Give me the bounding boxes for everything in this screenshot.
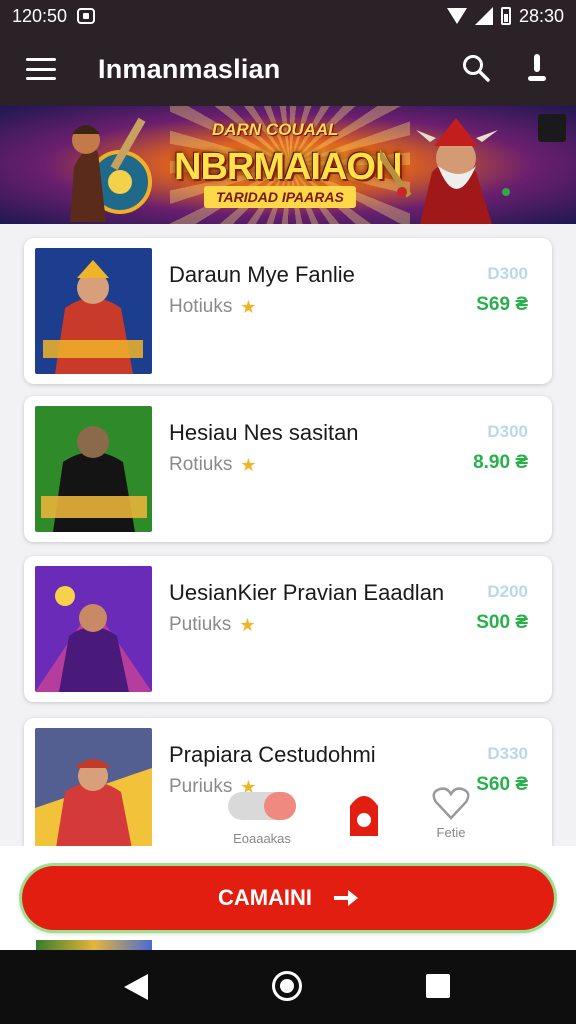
status-time-left: 120:50 [12, 5, 68, 26]
item-price: S60 ₴ [476, 774, 528, 795]
item-title: Daraun Mye Fanlie [169, 262, 355, 287]
item-thumbnail [35, 406, 152, 532]
continue-button-label: CAMAINI [217, 885, 313, 910]
home-icon[interactable] [272, 971, 302, 1001]
tab-hot[interactable] [344, 786, 384, 843]
item-subtitle: Hotiuks ★ [169, 296, 257, 318]
list-item[interactable]: UesianKier Pravian Eaadlan Putiuks ★ D200… [24, 556, 552, 702]
tab-favorite[interactable]: Fetie [432, 786, 470, 840]
notification-icon [77, 8, 96, 24]
item-thumbnail [35, 728, 152, 854]
heart-icon [432, 787, 470, 820]
item-subtitle-text: Rotiuks [169, 454, 233, 475]
status-indicators: 28:30 [446, 5, 564, 27]
item-subtitle-text: Puriuks [169, 776, 233, 797]
star-icon: ★ [240, 454, 257, 475]
banner-wizard-illustration [380, 118, 510, 224]
item-subtitle-text: Hotiuks [169, 296, 233, 317]
banner-warrior-illustration [70, 117, 152, 222]
item-title: Hesiau Nes sasitan [169, 420, 359, 445]
next-item-peek [36, 940, 152, 950]
star-icon: ★ [240, 296, 257, 317]
banner-headline: NBRMAIAON [174, 146, 402, 188]
flame-icon [350, 796, 378, 836]
star-icon: ★ [239, 614, 256, 635]
item-title: Prapiara Cestudohmi [169, 742, 376, 767]
item-price-old: D330 [487, 744, 528, 763]
continue-button[interactable]: CAMAINI [22, 866, 554, 930]
store-icon [228, 792, 296, 820]
item-price: S00 ₴ [476, 612, 528, 633]
arrow-right-icon [334, 890, 359, 906]
item-subtitle: Putiuks ★ [169, 614, 255, 636]
item-thumbnail [35, 566, 152, 692]
signal-icon [474, 7, 493, 25]
list-item[interactable]: Daraun Mye Fanlie Hotiuks ★ D300 S69 ₴ [24, 238, 552, 384]
alert-icon[interactable] [524, 52, 550, 84]
status-time-right: 28:30 [518, 5, 564, 26]
item-thumbnail [35, 248, 152, 374]
wifi-icon [446, 8, 467, 24]
item-subtitle: Rotiuks ★ [169, 454, 257, 476]
banner-subline: TARIDAD IPAARAS [204, 186, 356, 208]
system-nav-bar [0, 950, 576, 1024]
item-price-old: D200 [487, 582, 528, 601]
item-title: UesianKier Pravian Eaadlan [169, 580, 445, 605]
item-price-old: D300 [487, 422, 528, 441]
banner-kicker: DARN COUAAL [212, 120, 339, 139]
back-icon[interactable] [124, 974, 148, 1000]
item-price-old: D300 [487, 264, 528, 283]
item-price: 8.90 ₴ [473, 452, 528, 473]
tab-favorite-label: Fetie [436, 825, 466, 840]
app-bar: Inmanmaslian [0, 32, 576, 106]
menu-icon[interactable] [26, 58, 56, 80]
item-subtitle-text: Putiuks [169, 614, 232, 635]
promo-banner[interactable]: DARN COUAAL NBRMAIAON TARIDAD IPAARAS [0, 106, 576, 224]
battery-icon [500, 7, 511, 25]
status-bar: 120:50 28:30 [0, 0, 576, 32]
tab-store-label: Eoaaakas [233, 831, 291, 846]
search-icon[interactable] [462, 54, 490, 82]
recents-icon[interactable] [426, 974, 450, 998]
list-item[interactable]: Hesiau Nes sasitan Rotiuks ★ D300 8.90 ₴ [24, 396, 552, 542]
item-price: S69 ₴ [476, 294, 528, 315]
banner-badge-icon [538, 114, 566, 142]
app-title: Inmanmaslian [98, 53, 281, 84]
tab-store[interactable]: Eoaaakas [224, 786, 300, 846]
